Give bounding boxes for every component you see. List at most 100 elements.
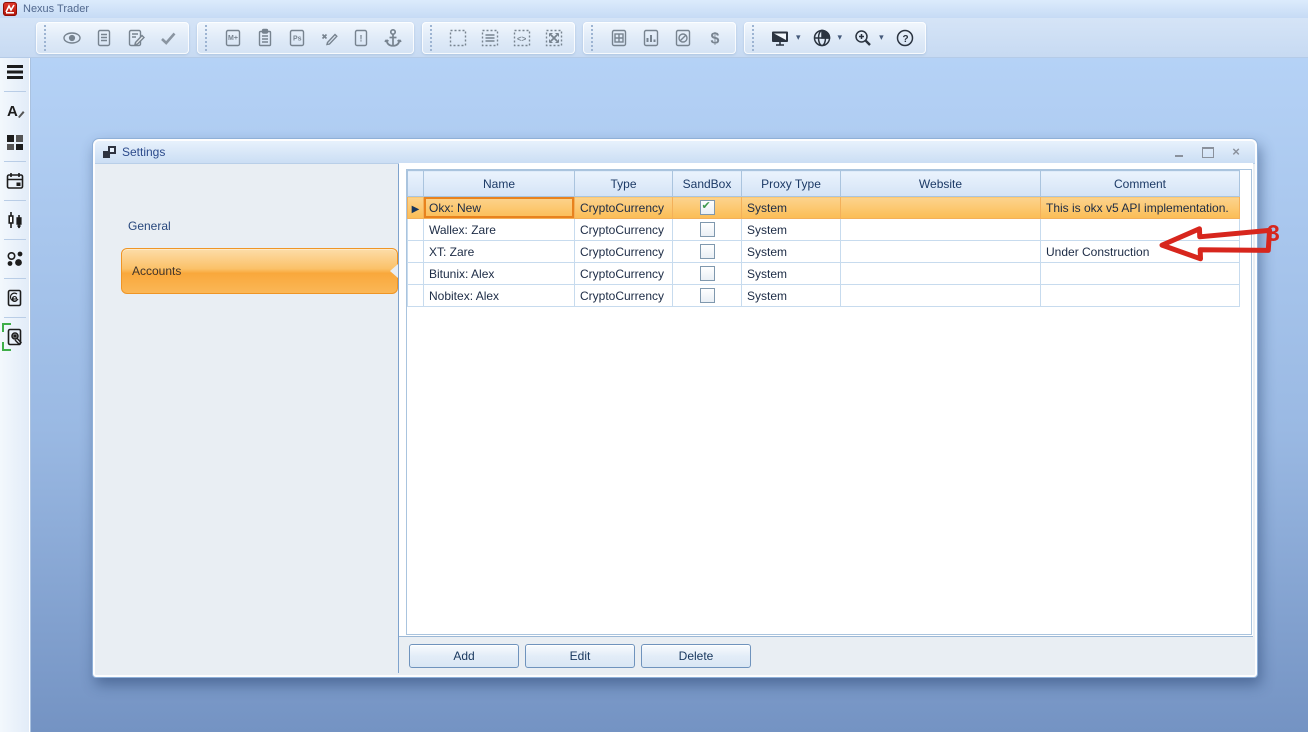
sandbox-checkbox[interactable] <box>700 266 715 281</box>
cell-proxy-type[interactable]: System <box>742 219 841 241</box>
help-icon[interactable]: ? <box>892 25 918 51</box>
cell-name[interactable]: Nobitex: Alex <box>424 285 575 307</box>
edit-button[interactable]: Edit <box>525 644 635 668</box>
erase-edit-icon[interactable] <box>316 25 342 51</box>
nav-item-accounts[interactable]: Accounts <box>121 248 398 294</box>
cell-name[interactable]: Okx: New <box>424 197 575 219</box>
cell-proxy-type[interactable]: System <box>742 285 841 307</box>
checkmark-icon[interactable] <box>155 25 181 51</box>
sandbox-checkbox[interactable] <box>700 288 715 303</box>
cell-proxy-type[interactable]: System <box>742 197 841 219</box>
frame-icon[interactable] <box>445 25 471 51</box>
monitor-icon[interactable] <box>767 25 793 51</box>
ps-document-icon[interactable]: Ps <box>284 25 310 51</box>
dollar-icon[interactable]: $ <box>702 25 728 51</box>
maximize-button[interactable] <box>1201 146 1215 158</box>
toolbar-grip[interactable] <box>591 25 598 51</box>
mdi-client-area: Settings × General Accounts <box>31 58 1308 732</box>
anchor-icon[interactable] <box>380 25 406 51</box>
close-button[interactable]: × <box>1229 146 1243 158</box>
edit-document-icon[interactable] <box>123 25 149 51</box>
cell-website[interactable] <box>841 285 1041 307</box>
dialog-titlebar[interactable]: Settings × <box>95 141 1255 164</box>
candlestick-icon[interactable] <box>2 208 28 232</box>
cell-type[interactable]: CryptoCurrency <box>575 263 673 285</box>
document-icon[interactable] <box>91 25 117 51</box>
globe-icon[interactable] <box>809 25 835 51</box>
cell-website[interactable] <box>841 219 1041 241</box>
toolbar-grip[interactable] <box>44 25 51 51</box>
globe-dropdown-icon[interactable]: ▾ <box>838 32 843 43</box>
minimize-button[interactable] <box>1173 146 1187 158</box>
table-row[interactable]: ▶ Okx: New CryptoCurrency System This is… <box>408 197 1240 219</box>
cell-comment[interactable]: This is okx v5 API implementation. <box>1041 197 1240 219</box>
frame-lines-icon[interactable] <box>477 25 503 51</box>
scatter-icon[interactable] <box>2 247 28 271</box>
svg-text:!: ! <box>360 33 363 43</box>
toolbar-group-view <box>36 22 189 54</box>
layout-icon[interactable] <box>2 130 28 154</box>
toolbar-group-display: ▾ ▾ ▾ ? <box>744 22 926 54</box>
grid-header-proxy-type[interactable]: Proxy Type <box>742 171 841 197</box>
alert-document-icon[interactable]: ! <box>348 25 374 51</box>
zoom-dropdown-icon[interactable]: ▾ <box>879 32 884 43</box>
cell-type[interactable]: CryptoCurrency <box>575 241 673 263</box>
cell-type[interactable]: CryptoCurrency <box>575 219 673 241</box>
cell-comment[interactable] <box>1041 263 1240 285</box>
calendar-icon[interactable] <box>2 169 28 193</box>
nav-item-general[interactable]: General <box>128 219 171 233</box>
cell-name[interactable]: Wallex: Zare <box>424 219 575 241</box>
menu-icon[interactable] <box>2 60 28 84</box>
toolbar-group-reports: $ <box>583 22 736 54</box>
frame-expand-icon[interactable] <box>541 25 567 51</box>
cell-website[interactable] <box>841 241 1041 263</box>
toolbar-grip[interactable] <box>205 25 212 51</box>
grid-header-sandbox[interactable]: SandBox <box>673 171 742 197</box>
toolbar-grip[interactable] <box>430 25 437 51</box>
cell-proxy-type[interactable]: System <box>742 241 841 263</box>
app-logo-icon <box>3 2 17 16</box>
delete-button[interactable]: Delete <box>641 644 751 668</box>
app-window: Nexus Trader M+ Ps <box>0 0 1308 732</box>
table-document-icon[interactable] <box>606 25 632 51</box>
side-separator <box>4 91 26 92</box>
add-button[interactable]: Add <box>409 644 519 668</box>
cell-name[interactable]: Bitunix: Alex <box>424 263 575 285</box>
clipboard-icon[interactable] <box>252 25 278 51</box>
grid-header-type[interactable]: Type <box>575 171 673 197</box>
mt-document-icon[interactable]: M+ <box>220 25 246 51</box>
cell-comment[interactable] <box>1041 285 1240 307</box>
cell-type[interactable]: CryptoCurrency <box>575 197 673 219</box>
table-row[interactable]: XT: Zare CryptoCurrency System Under Con… <box>408 241 1240 263</box>
settings-nav-panel: General Accounts <box>101 164 397 668</box>
grid-header-comment[interactable]: Comment <box>1041 171 1240 197</box>
frame-code-icon[interactable]: <> <box>509 25 535 51</box>
explorer-document-icon[interactable]: e <box>2 286 28 310</box>
table-row[interactable]: Wallex: Zare CryptoCurrency System <box>408 219 1240 241</box>
cell-website[interactable] <box>841 263 1041 285</box>
blocked-document-icon[interactable] <box>670 25 696 51</box>
table-row[interactable]: Bitunix: Alex CryptoCurrency System <box>408 263 1240 285</box>
grid-header-name[interactable]: Name <box>424 171 575 197</box>
zoom-icon[interactable] <box>850 25 876 51</box>
cell-name[interactable]: XT: Zare <box>424 241 575 263</box>
toolbar-group-orders: M+ Ps ! <box>197 22 414 54</box>
cell-type[interactable]: CryptoCurrency <box>575 285 673 307</box>
eye-icon[interactable] <box>59 25 85 51</box>
sandbox-checkbox[interactable] <box>700 200 715 215</box>
chart-document-icon[interactable] <box>638 25 664 51</box>
accounts-grid[interactable]: Name Type SandBox Proxy Type Website Com… <box>406 169 1252 635</box>
monitor-dropdown-icon[interactable]: ▾ <box>796 32 801 43</box>
font-edit-icon[interactable]: A <box>2 99 28 123</box>
cell-website[interactable] <box>841 197 1041 219</box>
table-row[interactable]: Nobitex: Alex CryptoCurrency System <box>408 285 1240 307</box>
sandbox-checkbox[interactable] <box>700 222 715 237</box>
main-toolbar: M+ Ps ! <> <box>0 18 1308 58</box>
grid-header-website[interactable]: Website <box>841 171 1041 197</box>
sandbox-checkbox[interactable] <box>700 244 715 259</box>
toolbar-grip[interactable] <box>752 25 759 51</box>
settings-document-icon[interactable] <box>2 325 28 349</box>
cell-proxy-type[interactable]: System <box>742 263 841 285</box>
svg-text:e: e <box>11 293 17 305</box>
app-titlebar: Nexus Trader <box>0 0 1308 18</box>
